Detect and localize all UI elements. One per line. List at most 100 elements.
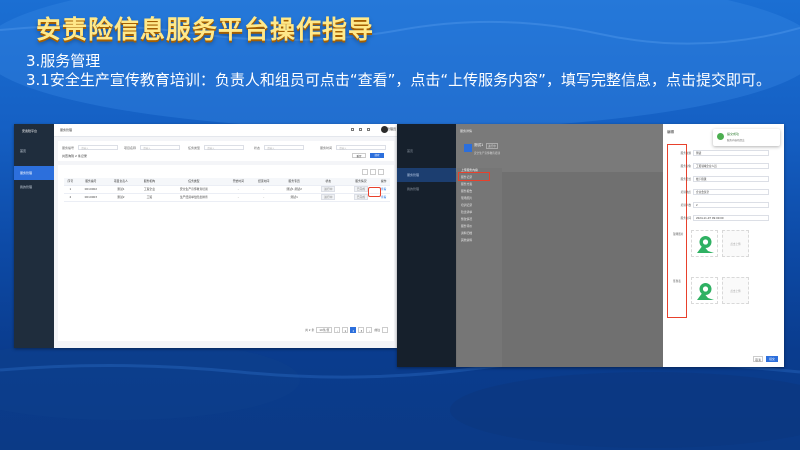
field-label: 培训人数 bbox=[680, 204, 691, 207]
fullscreen-icon[interactable] bbox=[351, 128, 354, 131]
pager-page[interactable]: 1 bbox=[342, 327, 349, 333]
detail-panel: 服务详情 测试1 进行中 安全生产宣传教育培训 上传服务内容 服务记录 服务方案… bbox=[456, 124, 663, 367]
sidebar-item-service[interactable]: 服务管理 bbox=[14, 166, 54, 180]
result-tip: 共查询到 2 条记录 bbox=[62, 154, 87, 158]
detail-card: 服务详情 测试1 进行中 安全生产宣传教育培训 上传服务内容 服务记录 服务方案… bbox=[456, 124, 663, 367]
pager-goto-input[interactable] bbox=[382, 327, 388, 333]
field-label: 培训地点 bbox=[680, 191, 691, 194]
user-name: 管理员 bbox=[386, 127, 396, 131]
filter-input-code[interactable]: 请输入 bbox=[78, 145, 118, 150]
service-status-badge: 已完成 bbox=[353, 194, 369, 200]
menu-item[interactable]: 隐患清单 bbox=[457, 210, 502, 217]
section-instructions: 3.1安全生产宣传教育培训：负责人和组员可点击“查看”，点击“上传服务内容”，填… bbox=[26, 71, 771, 89]
drawer-title: 编辑 bbox=[667, 130, 674, 134]
screenshot-service-list: 安责险平台 首页 服务管理 我的管理 服务管理 管理员 服务编号 请输入 项目名… bbox=[14, 124, 398, 348]
filter-input-time[interactable]: 请输入 bbox=[336, 145, 386, 150]
menu-item[interactable]: 整改情况 bbox=[457, 217, 502, 224]
cell: 工贸 bbox=[136, 193, 163, 202]
sidebar-item-mine[interactable]: 我的管理 bbox=[14, 180, 54, 194]
sidebar-item-home[interactable]: 首页 bbox=[397, 144, 456, 158]
submit-button[interactable]: 提交 bbox=[766, 356, 778, 362]
theme-input[interactable]: 测试 bbox=[693, 150, 769, 156]
search-button[interactable]: 搜索 bbox=[370, 153, 384, 158]
cell: 1 bbox=[64, 185, 77, 194]
cancel-button[interactable]: 取消 bbox=[753, 356, 763, 362]
form-row: 服务时间 2024-11-07 09:00:00 bbox=[673, 215, 769, 221]
form-row: 服务形式 线下授课 bbox=[673, 176, 769, 182]
target-input[interactable]: 工贸领域企业人员 bbox=[693, 163, 769, 169]
edit-drawer: 编辑 × 提交成功 服务内容已提交 服务主题 测试 服务对象 工贸领域企业人员 … bbox=[663, 124, 784, 367]
sidebar-item-service[interactable]: 服务管理 bbox=[397, 168, 456, 182]
field-label: 服务时间 bbox=[680, 217, 691, 220]
menu-item[interactable]: 培训记录 bbox=[457, 203, 502, 210]
pager-prev[interactable]: ‹ bbox=[334, 327, 341, 333]
upload-label-signin: 签到表 bbox=[673, 280, 681, 283]
filter-label-type: 任务类型 bbox=[188, 146, 201, 150]
cell: 安全生产宣传教育培训 bbox=[162, 185, 226, 194]
menu-item[interactable]: 服务方案 bbox=[457, 182, 502, 189]
menu-item[interactable]: 服务报告 bbox=[457, 189, 502, 196]
filter-input-project[interactable]: 请输入 bbox=[140, 145, 180, 150]
col-header: 服务专员 bbox=[276, 178, 312, 186]
filter-label-code: 服务编号 bbox=[62, 146, 75, 150]
slide: 安责险信息服务平台操作指导 3.服务管理 3.1安全生产宣传教育培训：负责人和组… bbox=[0, 0, 800, 450]
form-row: 培训人数 2 bbox=[673, 202, 769, 208]
form-select[interactable]: 线下授课 bbox=[693, 176, 769, 182]
cell: 0010003 bbox=[76, 193, 105, 202]
menu-item[interactable]: 资料归档 bbox=[457, 231, 502, 238]
settings-icon[interactable] bbox=[367, 128, 370, 131]
highlight-upload-menu bbox=[458, 172, 490, 181]
uploaded-image[interactable] bbox=[691, 230, 718, 257]
field-label: 服务对象 bbox=[680, 165, 691, 168]
menu-item[interactable]: 服务评价 bbox=[457, 224, 502, 231]
image-thumbnail-icon bbox=[697, 236, 714, 253]
upload-button[interactable]: 点击上传 bbox=[722, 230, 749, 257]
view-link[interactable]: 查看 bbox=[381, 187, 387, 191]
col-header: 服务情况 bbox=[344, 178, 378, 186]
cell: - bbox=[251, 193, 277, 202]
refresh-icon[interactable] bbox=[359, 128, 362, 131]
pager-total: 共 2 条 bbox=[305, 328, 315, 332]
success-toast: 提交成功 服务内容已提交 bbox=[713, 129, 780, 146]
uploaded-image[interactable] bbox=[691, 277, 718, 304]
location-input[interactable]: 企业会议室 bbox=[693, 189, 769, 195]
service-table: 序号 服务编号 项目负责人 服务机构 任务类型 开始时间 结束时间 服务专员 状… bbox=[64, 178, 390, 202]
menu-item[interactable]: 现场照片 bbox=[457, 196, 502, 203]
pagination: 共 2 条 10条/页 ‹ 1 2 3 › 前往 bbox=[305, 327, 388, 333]
project-desc: 安全生产宣传教育培训 bbox=[474, 152, 500, 155]
form-row: 服务主题 测试 bbox=[673, 150, 769, 156]
upload-button[interactable]: 点击上传 bbox=[722, 277, 749, 304]
sidebar-item-home[interactable]: 首页 bbox=[14, 144, 54, 158]
filter-select-type[interactable]: 请输入 bbox=[204, 145, 244, 150]
pager-next[interactable]: › bbox=[366, 327, 373, 333]
section-heading: 3.服务管理 bbox=[26, 52, 101, 70]
count-stepper[interactable]: 2 bbox=[693, 202, 769, 208]
cell: 0010002 bbox=[76, 185, 105, 194]
view-link[interactable]: 查看 bbox=[381, 195, 387, 199]
pager-page[interactable]: 3 bbox=[358, 327, 365, 333]
refresh-table-icon[interactable] bbox=[362, 169, 368, 175]
toast-message: 服务内容已提交 bbox=[727, 139, 745, 142]
detail-title: 服务详情 bbox=[460, 129, 473, 133]
pager-page-current[interactable]: 2 bbox=[350, 327, 357, 333]
status-badge: 进行中 bbox=[321, 186, 336, 192]
slide-title: 安责险信息服务平台操作指导 bbox=[36, 15, 375, 44]
density-icon[interactable] bbox=[378, 169, 384, 175]
sidebar: 首页 服务管理 我的管理 bbox=[397, 124, 456, 367]
upload-label-photos: 现场照片 bbox=[673, 233, 684, 236]
cell: 生产经营单位隐患排查 bbox=[162, 193, 226, 202]
pager-size-select[interactable]: 10条/页 bbox=[316, 327, 333, 333]
date-picker[interactable]: 2024-11-07 09:00:00 bbox=[693, 215, 769, 221]
column-setting-icon[interactable] bbox=[370, 169, 376, 175]
reset-button[interactable]: 重置 bbox=[352, 153, 366, 158]
form-row: 培训地点 企业会议室 bbox=[673, 189, 769, 195]
filter-select-status[interactable]: 请输入 bbox=[264, 145, 304, 150]
menu-item[interactable]: 其他资料 bbox=[457, 238, 502, 245]
project-icon bbox=[464, 144, 472, 152]
cell: 测试1,测试2 bbox=[276, 185, 312, 194]
cell: 测试2 bbox=[104, 193, 137, 202]
status-badge: 进行中 bbox=[486, 143, 498, 149]
col-header: 状态 bbox=[311, 178, 345, 186]
sidebar-item-mine[interactable]: 我的管理 bbox=[397, 182, 456, 196]
cell: 测试1 bbox=[276, 193, 312, 202]
